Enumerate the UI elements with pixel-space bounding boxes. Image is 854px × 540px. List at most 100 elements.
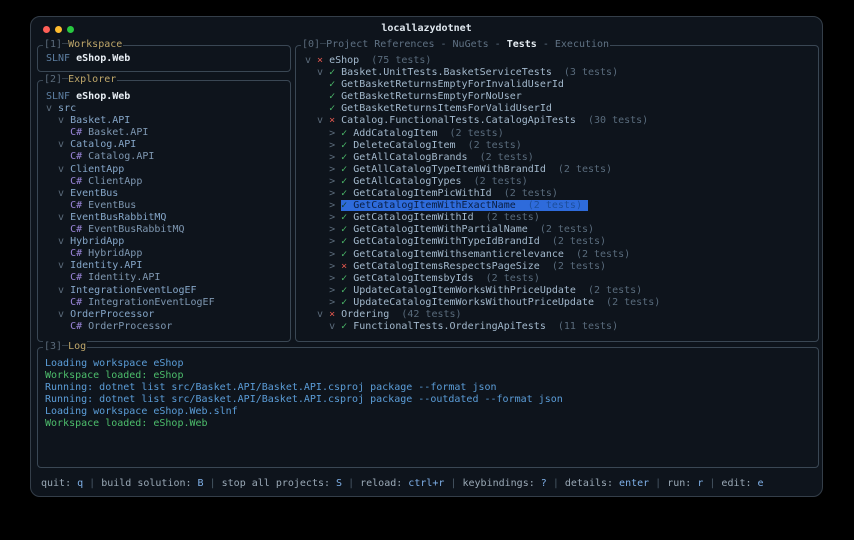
log-line: Loading workspace eShop.Web.slnf (45, 406, 817, 418)
keybind-hint-label: reload: (360, 478, 408, 489)
keybind-hint-label: quit: (41, 478, 77, 489)
explorer-item[interactable]: C# IntegrationEventLogEF (46, 297, 289, 309)
explorer-item[interactable]: v ClientApp (46, 164, 289, 176)
keybind-hint-label: keybindings: (462, 478, 540, 489)
explorer-item[interactable]: C# OrderProcessor (46, 321, 289, 333)
test-item[interactable]: ✓ GetBasketReturnsEmptyForNoUser (305, 91, 817, 103)
test-item[interactable]: v × eShop (75 tests) (305, 55, 817, 67)
test-name: Basket.UnitTests.BasketServiceTests (341, 67, 552, 78)
expander-icon[interactable]: > (329, 285, 341, 296)
keybind-hint-edit: edit: e (721, 478, 763, 489)
test-item[interactable]: > ✓ GetCatalogItemsbyIds (2 tests) (305, 273, 817, 285)
expander-icon[interactable]: > (329, 128, 341, 139)
test-fail-icon: × (317, 55, 329, 66)
expander-icon[interactable]: v (317, 309, 329, 320)
csharp-project-icon: C# (70, 224, 88, 235)
explorer-item[interactable]: C# ClientApp (46, 176, 289, 188)
explorer-item-label: src (58, 103, 76, 114)
expander-icon[interactable]: > (329, 261, 341, 272)
expander-icon[interactable]: > (329, 297, 341, 308)
expander-icon[interactable]: > (329, 164, 341, 175)
expander-icon[interactable]: > (329, 200, 341, 211)
test-item[interactable]: > ✓ GetCatalogItemWithId (2 tests) (305, 212, 817, 224)
explorer-item[interactable]: v IntegrationEventLogEF (46, 285, 289, 297)
test-item[interactable]: > ✓ GetCatalogItemWithPartialName (2 tes… (305, 224, 817, 236)
explorer-item[interactable]: C# Identity.API (46, 272, 289, 284)
expander-icon[interactable]: > (329, 273, 341, 284)
test-item[interactable]: > × GetCatalogItemsRespectsPageSize (2 t… (305, 261, 817, 273)
test-item[interactable]: > ✓ GetAllCatalogTypeItemWithBrandId (2 … (305, 164, 817, 176)
keybind-hint-quit: quit: q (41, 478, 83, 489)
expander-icon[interactable]: > (329, 236, 341, 247)
test-item[interactable]: v ✓ Basket.UnitTests.BasketServiceTests … (305, 67, 817, 79)
expander-icon[interactable]: > (329, 224, 341, 235)
explorer-item-label: Basket.API (88, 127, 148, 138)
test-item[interactable]: > ✓ GetCatalogItemPicWithId (2 tests) (305, 188, 817, 200)
expander-icon[interactable]: v (58, 115, 70, 126)
test-item[interactable]: v ✓ FunctionalTests.OrderingApiTests (11… (305, 321, 817, 333)
expander-icon[interactable]: v (317, 115, 329, 126)
test-item[interactable]: > ✓ UpdateCatalogItemWorksWithPriceUpdat… (305, 285, 817, 297)
expander-icon[interactable]: > (329, 140, 341, 151)
test-item[interactable]: ✓ GetBasketReturnsItemsForValidUserId (305, 103, 817, 115)
keybind-hint-details: details: enter (565, 478, 649, 489)
explorer-item[interactable]: C# Basket.API (46, 127, 289, 139)
explorer-item-label: IntegrationEventLogEF (70, 285, 196, 296)
test-count: (2 tests) (492, 188, 558, 199)
expander-icon[interactable]: v (46, 103, 58, 114)
test-item[interactable]: v × Catalog.FunctionalTests.CatalogApiTe… (305, 115, 817, 127)
test-item[interactable]: v × Ordering (42 tests) (305, 309, 817, 321)
test-item[interactable]: > ✓ GetAllCatalogBrands (2 tests) (305, 152, 817, 164)
expander-icon[interactable]: v (58, 212, 70, 223)
expander-icon[interactable]: > (329, 188, 341, 199)
test-name: DeleteCatalogItem (353, 140, 455, 151)
expander-icon[interactable]: v (58, 309, 70, 320)
expander-icon[interactable]: v (58, 260, 70, 271)
test-item[interactable]: > ✓ GetCatalogItemWithsemanticrelevance … (305, 249, 817, 261)
test-item[interactable]: > ✓ GetAllCatalogTypes (2 tests) (305, 176, 817, 188)
workspace-item-label: eShop.Web (76, 53, 130, 64)
log-line: Running: dotnet list src/Basket.API/Bask… (45, 394, 817, 406)
explorer-item[interactable]: v Identity.API (46, 260, 289, 272)
explorer-item[interactable]: v Basket.API (46, 115, 289, 127)
expander-icon[interactable]: v (58, 188, 70, 199)
workspace-item[interactable]: SLNF eShop.Web (46, 53, 289, 65)
test-pass-icon: ✓ (341, 273, 353, 284)
test-name: GetCatalogItemPicWithId (353, 188, 491, 199)
expander-icon[interactable]: v (305, 55, 317, 66)
test-count: (2 tests) (594, 297, 660, 308)
expander-icon[interactable]: v (329, 321, 341, 332)
explorer-item[interactable]: C# EventBusRabbitMQ (46, 224, 289, 236)
test-item[interactable]: > ✓ GetCatalogItemWithExactName (2 tests… (305, 200, 817, 212)
expander-icon[interactable]: v (317, 67, 329, 78)
explorer-item[interactable]: v OrderProcessor (46, 309, 289, 321)
expander-icon[interactable]: v (58, 139, 70, 150)
explorer-item[interactable]: v EventBusRabbitMQ (46, 212, 289, 224)
explorer-item[interactable]: C# HybridApp (46, 248, 289, 260)
test-count: (2 tests) (468, 152, 534, 163)
test-item[interactable]: ✓ GetBasketReturnsEmptyForInvalidUserId (305, 79, 817, 91)
expander-icon[interactable]: > (329, 152, 341, 163)
test-pass-icon: ✓ (329, 103, 341, 114)
expander-icon[interactable]: v (58, 285, 70, 296)
expander-icon[interactable]: > (329, 176, 341, 187)
test-item[interactable]: > ✓ GetCatalogItemWithTypeIdBrandId (2 t… (305, 236, 817, 248)
statusbar-separator: | (83, 478, 101, 489)
tests-panel: [0]Project References - NuGets - Tests -… (295, 45, 819, 342)
explorer-item[interactable]: SLNF eShop.Web (46, 91, 289, 103)
explorer-item[interactable]: v Catalog.API (46, 139, 289, 151)
explorer-item[interactable]: C# EventBus (46, 200, 289, 212)
explorer-item[interactable]: C# Catalog.API (46, 151, 289, 163)
explorer-item[interactable]: v src (46, 103, 289, 115)
test-item[interactable]: > ✓ UpdateCatalogItemWorksWithoutPriceUp… (305, 297, 817, 309)
explorer-item[interactable]: v EventBus (46, 188, 289, 200)
expander-icon[interactable]: v (58, 236, 70, 247)
test-item[interactable]: > ✓ DeleteCatalogItem (2 tests) (305, 140, 817, 152)
explorer-item[interactable]: v HybridApp (46, 236, 289, 248)
expander-icon[interactable]: > (329, 249, 341, 260)
expander-icon[interactable]: > (329, 212, 341, 223)
test-item[interactable]: > ✓ AddCatalogItem (2 tests) (305, 128, 817, 140)
test-count: (2 tests) (540, 261, 606, 272)
test-pass-icon: ✓ (341, 224, 353, 235)
expander-icon[interactable]: v (58, 164, 70, 175)
